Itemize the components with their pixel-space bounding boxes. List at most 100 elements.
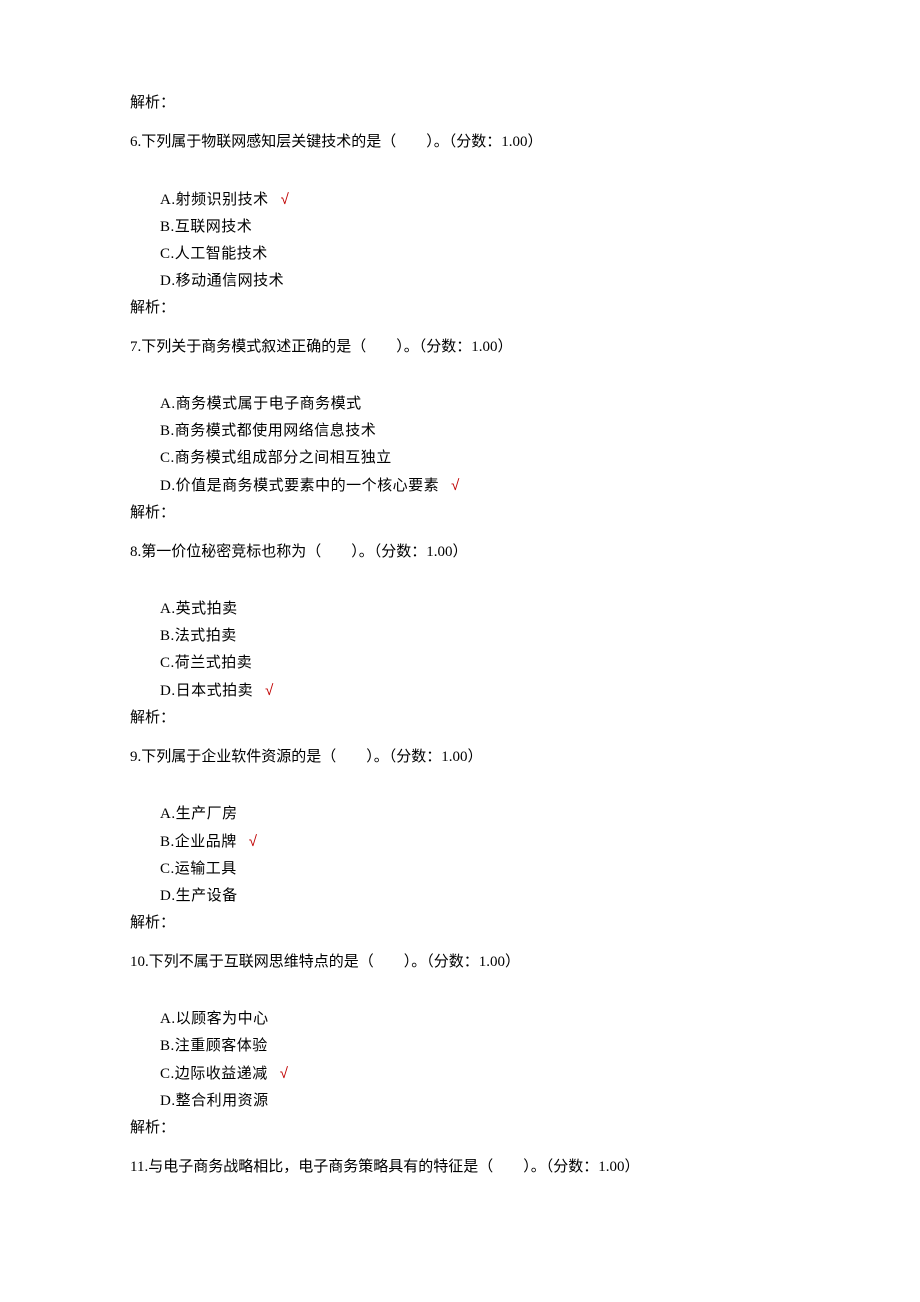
- option-item: C.边际收益递减 √: [160, 1060, 790, 1088]
- option-letter: A.: [160, 396, 176, 412]
- option-item: B.企业品牌 √: [160, 828, 790, 856]
- question-stem: 10.下列不属于互联网思维特点的是（ ）。（分数：1.00）: [130, 949, 790, 976]
- question-score: （分数：1.00）: [374, 544, 468, 560]
- option-letter: B.: [160, 628, 175, 644]
- option-item: D.日本式拍卖√: [160, 677, 790, 705]
- option-text: 商务模式组成部分之间相互独立: [175, 450, 392, 466]
- analysis-label: 解析：: [130, 295, 790, 322]
- option-letter: B.: [160, 423, 175, 439]
- option-item: D.移动通信网技术: [160, 268, 790, 295]
- option-text: 射频识别技术: [176, 192, 269, 208]
- option-text: 注重顾客体验: [175, 1038, 268, 1054]
- exam-page: 解析： 6.下列属于物联网感知层关键技术的是（ ）。（分数：1.00）A.射频识…: [0, 0, 920, 1271]
- option-list: A.射频识别技术√B.互联网技术C.人工智能技术D.移动通信网技术: [130, 186, 790, 295]
- question-score: （分数：1.00）: [426, 954, 520, 970]
- option-letter: B.: [160, 219, 175, 235]
- option-text: 移动通信网技术: [176, 273, 285, 289]
- question-text: 与电子商务战略相比，电子商务策略具有的特征是（ ）。: [148, 1159, 546, 1175]
- option-item: A.生产厂房: [160, 801, 790, 828]
- option-text: 英式拍卖: [176, 601, 238, 617]
- question-text: 第一价位秘密竞标也称为（ ）。: [141, 544, 374, 560]
- question-number: 6.: [130, 134, 141, 150]
- option-letter: D.: [160, 888, 176, 904]
- option-text: 法式拍卖: [175, 628, 237, 644]
- question-stem: 11.与电子商务战略相比，电子商务策略具有的特征是（ ）。（分数：1.00）: [130, 1154, 790, 1181]
- option-list: A.以顾客为中心B.注重顾客体验C.边际收益递减√D.整合利用资源: [130, 1006, 790, 1115]
- question-score: （分数：1.00）: [449, 134, 543, 150]
- option-text: 生产厂房: [176, 806, 238, 822]
- option-letter: B.: [160, 834, 175, 850]
- option-letter: D.: [160, 478, 176, 494]
- option-text: 商务模式都使用网络信息技术: [175, 423, 377, 439]
- option-text: 边际收益递减: [175, 1066, 268, 1082]
- option-item: B.法式拍卖: [160, 623, 790, 650]
- option-text: 企业品牌: [175, 834, 237, 850]
- option-letter: A.: [160, 192, 176, 208]
- option-text: 商务模式属于电子商务模式: [176, 396, 362, 412]
- question-stem: 7.下列关于商务模式叙述正确的是（ ）。（分数：1.00）: [130, 334, 790, 361]
- option-letter: A.: [160, 1011, 176, 1027]
- option-item: B.商务模式都使用网络信息技术: [160, 418, 790, 445]
- option-item: A.商务模式属于电子商务模式: [160, 391, 790, 418]
- option-text: 整合利用资源: [176, 1093, 269, 1109]
- option-letter: D.: [160, 1093, 176, 1109]
- option-letter: A.: [160, 601, 176, 617]
- option-list: A.生产厂房B.企业品牌√C.运输工具D.生产设备: [130, 801, 790, 910]
- top-analysis-label: 解析：: [130, 90, 790, 117]
- question-stem: 8.第一价位秘密竞标也称为（ ）。（分数：1.00）: [130, 539, 790, 566]
- check-icon: √: [249, 833, 258, 850]
- question-score: （分数：1.00）: [389, 749, 483, 765]
- option-item: C.商务模式组成部分之间相互独立: [160, 445, 790, 472]
- option-item: A.英式拍卖: [160, 596, 790, 623]
- option-letter: C.: [160, 450, 175, 466]
- question-number: 9.: [130, 749, 141, 765]
- check-icon: √: [281, 191, 290, 208]
- option-letter: C.: [160, 246, 175, 262]
- option-list: A.英式拍卖B.法式拍卖C.荷兰式拍卖D.日本式拍卖√: [130, 596, 790, 705]
- option-text: 价值是商务模式要素中的一个核心要素: [176, 478, 440, 494]
- option-item: D.价值是商务模式要素中的一个核心要素 √: [160, 472, 790, 500]
- option-text: 互联网技术: [175, 219, 253, 235]
- question-stem: 9.下列属于企业软件资源的是（ ）。（分数：1.00）: [130, 744, 790, 771]
- option-letter: B.: [160, 1038, 175, 1054]
- option-letter: D.: [160, 683, 176, 699]
- option-text: 运输工具: [175, 861, 237, 877]
- question-number: 11.: [130, 1159, 148, 1175]
- option-item: D.整合利用资源: [160, 1088, 790, 1115]
- option-list: A.商务模式属于电子商务模式B.商务模式都使用网络信息技术C.商务模式组成部分之…: [130, 391, 790, 500]
- option-letter: D.: [160, 273, 176, 289]
- option-item: A.射频识别技术 √: [160, 186, 790, 214]
- question-text: 下列属于企业软件资源的是（ ）。: [141, 749, 389, 765]
- question-score: （分数：1.00）: [546, 1159, 640, 1175]
- question-text: 下列不属于互联网思维特点的是（ ）。: [149, 954, 427, 970]
- option-item: D.生产设备: [160, 883, 790, 910]
- option-item: C.运输工具: [160, 856, 790, 883]
- question-number: 8.: [130, 544, 141, 560]
- option-item: C.人工智能技术: [160, 241, 790, 268]
- option-text: 荷兰式拍卖: [175, 655, 253, 671]
- question-number: 7.: [130, 339, 141, 355]
- analysis-label: 解析：: [130, 705, 790, 732]
- check-icon: √: [280, 1065, 289, 1082]
- question-stem: 6.下列属于物联网感知层关键技术的是（ ）。（分数：1.00）: [130, 129, 790, 156]
- question-text: 下列属于物联网感知层关键技术的是（ ）。: [141, 134, 449, 150]
- option-item: B.互联网技术: [160, 214, 790, 241]
- question-score: （分数：1.00）: [419, 339, 513, 355]
- option-item: B.注重顾客体验: [160, 1033, 790, 1060]
- option-text: 以顾客为中心: [176, 1011, 269, 1027]
- question-list: 6.下列属于物联网感知层关键技术的是（ ）。（分数：1.00）A.射频识别技术√…: [130, 129, 790, 1181]
- analysis-label: 解析：: [130, 500, 790, 527]
- option-text: 日本式拍卖: [176, 683, 254, 699]
- option-letter: C.: [160, 1066, 175, 1082]
- option-letter: C.: [160, 655, 175, 671]
- option-text: 生产设备: [176, 888, 238, 904]
- question-number: 10.: [130, 954, 149, 970]
- check-icon: √: [451, 477, 460, 494]
- option-item: C.荷兰式拍卖: [160, 650, 790, 677]
- question-text: 下列关于商务模式叙述正确的是（ ）。: [141, 339, 419, 355]
- option-text: 人工智能技术: [175, 246, 268, 262]
- option-item: A.以顾客为中心: [160, 1006, 790, 1033]
- option-letter: C.: [160, 861, 175, 877]
- option-letter: A.: [160, 806, 176, 822]
- analysis-label: 解析：: [130, 910, 790, 937]
